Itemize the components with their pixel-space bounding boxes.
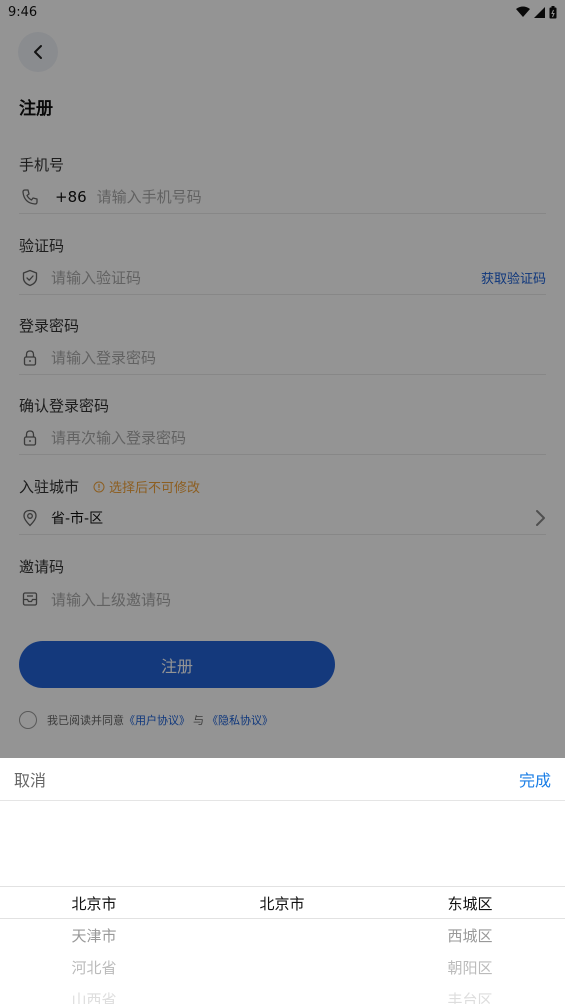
city-picker-sheet: 取消 完成 北京市 天津市 河北省 山西省 北京市 东城区 西城区 朝阳区 丰台… [0, 758, 565, 1004]
province-option[interactable]: 天津市 [0, 925, 188, 946]
city-column[interactable]: 北京市 [188, 801, 376, 1004]
province-option[interactable]: 河北省 [0, 957, 188, 978]
picker-toolbar: 取消 完成 [0, 758, 565, 801]
city-option[interactable]: 北京市 [188, 893, 376, 914]
district-option[interactable]: 西城区 [376, 925, 564, 946]
picker-done-button[interactable]: 完成 [519, 767, 551, 791]
district-option[interactable]: 朝阳区 [376, 957, 564, 978]
province-option[interactable]: 山西省 [0, 989, 188, 1004]
district-column[interactable]: 东城区 西城区 朝阳区 丰台区 [376, 801, 564, 1004]
province-column[interactable]: 北京市 天津市 河北省 山西省 [0, 801, 188, 1004]
province-option[interactable]: 北京市 [0, 893, 188, 914]
picker-cancel-button[interactable]: 取消 [14, 767, 46, 791]
city-picker[interactable]: 北京市 天津市 河北省 山西省 北京市 东城区 西城区 朝阳区 丰台区 [0, 801, 565, 1004]
district-option[interactable]: 东城区 [376, 893, 564, 914]
district-option[interactable]: 丰台区 [376, 989, 564, 1004]
